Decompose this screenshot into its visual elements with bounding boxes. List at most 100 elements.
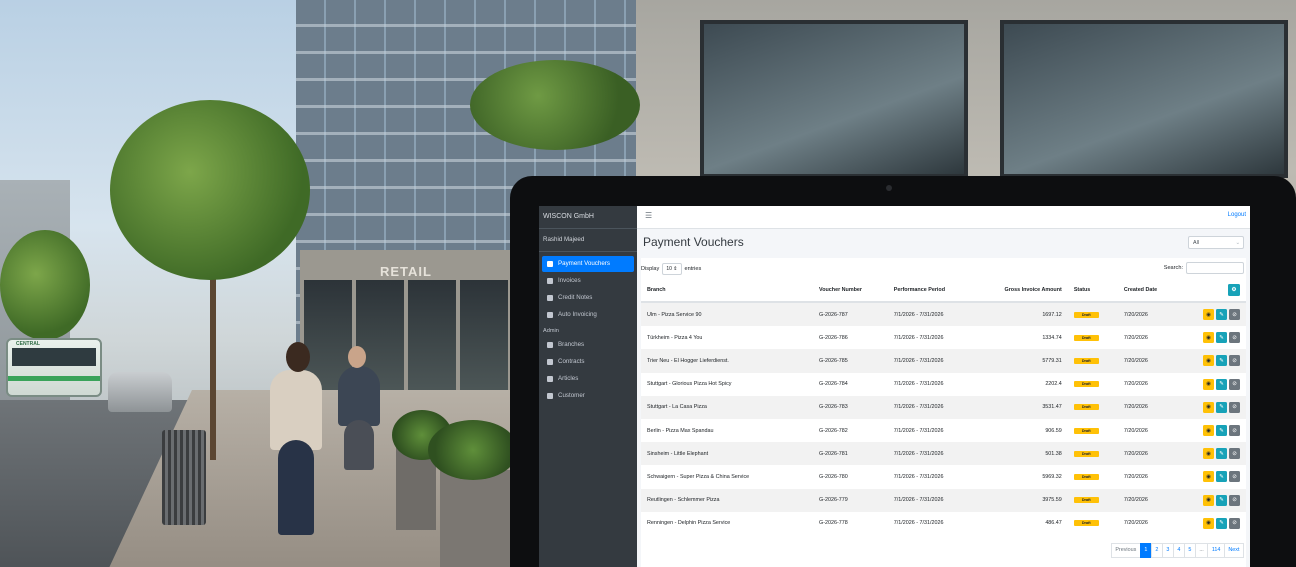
status-filter-value: All bbox=[1193, 240, 1199, 246]
column-header-status[interactable]: Status bbox=[1067, 278, 1118, 303]
ban-icon: ⊘ bbox=[1232, 427, 1237, 434]
table-row[interactable]: Berlin - Pizza Max Spandau G-2026-782 7/… bbox=[641, 419, 1246, 442]
cell-performance-period: 7/1/2026 - 7/31/2026 bbox=[893, 473, 944, 480]
cell-gross-amount: 3975.59 bbox=[973, 488, 1068, 512]
cell-status: Draft bbox=[1067, 349, 1118, 373]
view-button[interactable]: ◉ bbox=[1203, 448, 1214, 460]
pagination-next[interactable]: Next bbox=[1223, 543, 1244, 558]
view-button[interactable]: ◉ bbox=[1203, 494, 1214, 506]
cell-actions: ◉ ✎ ⊘ bbox=[1179, 395, 1246, 419]
cell-voucher-number: G-2026-787 bbox=[813, 302, 888, 327]
edit-button[interactable]: ✎ bbox=[1216, 448, 1227, 460]
edit-button[interactable]: ✎ bbox=[1216, 401, 1227, 413]
sidebar-item-label: Customer bbox=[558, 392, 585, 399]
view-button[interactable]: ◉ bbox=[1203, 401, 1214, 413]
pagination-previous[interactable]: Previous bbox=[1110, 543, 1141, 558]
view-button[interactable]: ◉ bbox=[1203, 471, 1214, 483]
view-button[interactable]: ◉ bbox=[1203, 355, 1214, 367]
pencil-icon: ✎ bbox=[1219, 381, 1224, 388]
disable-button[interactable]: ⊘ bbox=[1229, 401, 1240, 413]
top-navbar: ☰ Logout bbox=[637, 206, 1250, 229]
column-header-gross-invoice-amount[interactable]: Gross Invoice Amount bbox=[973, 278, 1068, 303]
file-icon bbox=[547, 261, 553, 267]
edit-button[interactable]: ✎ bbox=[1216, 425, 1227, 437]
table-row[interactable]: Sinsheim - Little Elephant G-2026-781 7/… bbox=[641, 442, 1246, 466]
brand-name[interactable]: WISCON GmbH bbox=[539, 206, 637, 229]
menu-toggle-icon[interactable]: ☰ bbox=[645, 211, 652, 220]
search-input[interactable] bbox=[1186, 262, 1244, 274]
sidebar-nav: Payment Vouchers Invoices Credit Notes A… bbox=[539, 256, 637, 323]
table-row[interactable]: Türkheim - Pizza 4 You G-2026-786 7/1/20… bbox=[641, 326, 1246, 349]
cell-branch: Stuttgart - Glorious Pizza Hot Spicy bbox=[647, 381, 732, 388]
planter-shrub bbox=[428, 420, 518, 480]
table-row[interactable]: Renningen - Delphin Pizza Service G-2026… bbox=[641, 512, 1246, 535]
edit-button[interactable]: ✎ bbox=[1216, 332, 1227, 344]
column-header-created-date[interactable]: Created Date bbox=[1117, 278, 1180, 303]
car bbox=[108, 372, 172, 412]
table-row[interactable]: Trier Neu - El Hogger Lieferdienst. G-20… bbox=[641, 349, 1246, 373]
disable-button[interactable]: ⊘ bbox=[1229, 378, 1240, 390]
disable-button[interactable]: ⊘ bbox=[1229, 355, 1240, 367]
disable-button[interactable]: ⊘ bbox=[1229, 517, 1240, 529]
page-length-select[interactable]: 10 ⇕ bbox=[662, 263, 682, 275]
edit-button[interactable]: ✎ bbox=[1216, 517, 1227, 529]
edit-button[interactable]: ✎ bbox=[1216, 471, 1227, 483]
eye-icon: ◉ bbox=[1206, 311, 1211, 318]
pagination-ellipsis: ... bbox=[1194, 543, 1209, 558]
sidebar-item-label: Branches bbox=[558, 341, 585, 348]
edit-button[interactable]: ✎ bbox=[1216, 309, 1227, 321]
sidebar-item-auto-invoicing[interactable]: Auto Invoicing bbox=[542, 307, 634, 323]
sidebar-item-credit-notes[interactable]: Credit Notes bbox=[542, 290, 634, 306]
view-button[interactable]: ◉ bbox=[1203, 309, 1214, 321]
cell-performance-period: 7/1/2026 - 7/31/2026 bbox=[887, 395, 974, 419]
document-icon bbox=[547, 295, 553, 301]
search-label: Search: bbox=[1163, 265, 1183, 271]
cell-actions: ◉ ✎ ⊘ bbox=[1179, 373, 1246, 396]
edit-button[interactable]: ✎ bbox=[1216, 355, 1227, 367]
status-filter-select[interactable]: All ⌄ bbox=[1188, 236, 1244, 249]
sidebar-item-payment-vouchers[interactable]: Payment Vouchers bbox=[542, 256, 634, 272]
disable-button[interactable]: ⊘ bbox=[1229, 448, 1240, 460]
entries-label: entries bbox=[684, 266, 702, 272]
edit-button[interactable]: ✎ bbox=[1216, 378, 1227, 390]
page-title: Payment Vouchers bbox=[643, 235, 744, 249]
disable-button[interactable]: ⊘ bbox=[1229, 332, 1240, 344]
table-row[interactable]: Stuttgart - Glorious Pizza Hot Spicy G-2… bbox=[641, 373, 1246, 396]
column-header-branch[interactable]: Branch bbox=[641, 278, 813, 303]
view-button[interactable]: ◉ bbox=[1203, 332, 1214, 344]
disable-button[interactable]: ⊘ bbox=[1229, 494, 1240, 506]
cell-gross-amount: 501.38 bbox=[973, 442, 1068, 466]
table-row[interactable]: Ulm - Pizza Service 90 G-2026-787 7/1/20… bbox=[641, 302, 1246, 327]
pagination-page[interactable]: 114 bbox=[1207, 543, 1225, 558]
disable-button[interactable]: ⊘ bbox=[1229, 425, 1240, 437]
sidebar-item-customer[interactable]: Customer bbox=[542, 388, 634, 404]
column-header-performance-period[interactable]: Performance Period bbox=[887, 278, 974, 303]
edit-button[interactable]: ✎ bbox=[1216, 494, 1227, 506]
logout-link[interactable]: Logout bbox=[1228, 212, 1246, 218]
cell-performance-period: 7/1/2026 - 7/31/2026 bbox=[893, 427, 944, 434]
disable-button[interactable]: ⊘ bbox=[1229, 309, 1240, 321]
table-search: Search: bbox=[1164, 262, 1244, 274]
cell-actions: ◉ ✎ ⊘ bbox=[1179, 442, 1246, 466]
disable-button[interactable]: ⊘ bbox=[1229, 471, 1240, 483]
cell-performance-period: 7/1/2026 - 7/31/2026 bbox=[887, 349, 974, 373]
sidebar-item-invoices[interactable]: Invoices bbox=[542, 273, 634, 289]
view-button[interactable]: ◉ bbox=[1203, 425, 1214, 437]
cell-branch: Reutlingen - Schlemmer Pizza bbox=[641, 488, 813, 512]
table-row[interactable]: Schwaigern - Super Pizza & China Service… bbox=[641, 465, 1246, 488]
webcam bbox=[886, 185, 892, 191]
sidebar-item-contracts[interactable]: Contracts bbox=[542, 354, 634, 370]
cell-created-date: 7/20/2026 bbox=[1123, 381, 1148, 388]
sidebar-admin-nav: Branches Contracts Articles Customer bbox=[539, 337, 637, 404]
view-button[interactable]: ◉ bbox=[1203, 378, 1214, 390]
column-settings-button[interactable]: ⚙ bbox=[1228, 283, 1240, 296]
sidebar-item-branches[interactable]: Branches bbox=[542, 337, 634, 353]
table-row[interactable]: Reutlingen - Schlemmer Pizza G-2026-779 … bbox=[641, 488, 1246, 512]
user-name[interactable]: Rashid Majeed bbox=[539, 229, 637, 252]
column-header-voucher-number[interactable]: Voucher Number bbox=[813, 278, 888, 303]
view-button[interactable]: ◉ bbox=[1203, 517, 1214, 529]
sidebar-item-articles[interactable]: Articles bbox=[542, 371, 634, 387]
ban-icon: ⊘ bbox=[1232, 311, 1237, 318]
cell-status: Draft bbox=[1068, 465, 1118, 488]
table-row[interactable]: Stuttgart - La Casa Pizza G-2026-783 7/1… bbox=[641, 395, 1246, 419]
